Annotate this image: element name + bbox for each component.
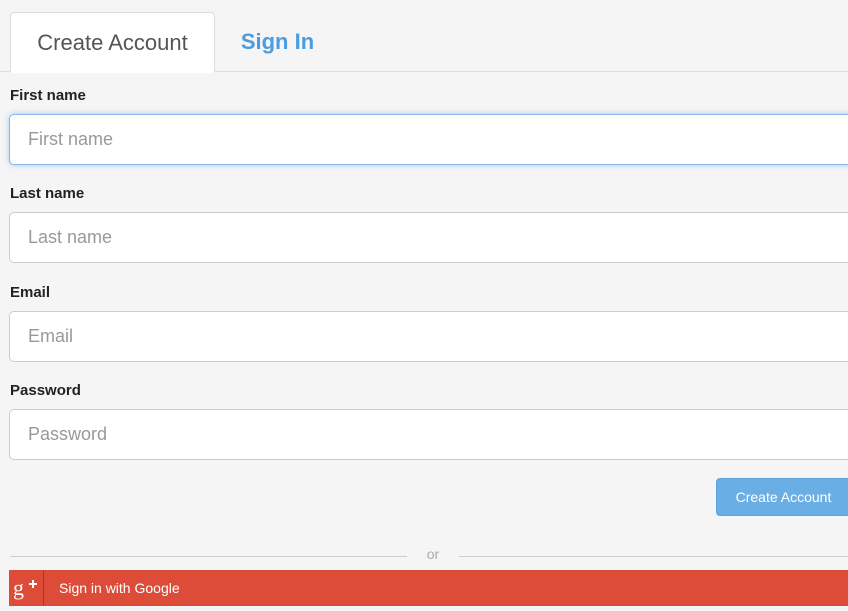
last-name-input[interactable] [9, 212, 848, 263]
tab-sign-in[interactable]: Sign In [215, 12, 340, 72]
password-input[interactable] [9, 409, 848, 460]
divider-or-text: or [426, 546, 440, 562]
first-name-label: First name [10, 87, 86, 104]
email-label: Email [10, 284, 51, 301]
google-sign-in-button[interactable]: g Sign in with Google [9, 570, 848, 606]
email-input[interactable] [9, 311, 848, 362]
google-sign-in-label: Sign in with Google [59, 580, 180, 596]
auth-tabs: Create Account Sign In [0, 0, 848, 73]
svg-text:g: g [13, 575, 24, 600]
divider-line-left [10, 556, 407, 557]
last-name-label: Last name [10, 185, 85, 202]
google-plus-icon: g [9, 570, 44, 606]
create-account-button[interactable]: Create Account [716, 478, 848, 516]
first-name-input[interactable] [9, 114, 848, 165]
divider-line-right [459, 556, 848, 557]
tab-create-account[interactable]: Create Account [10, 12, 215, 73]
password-label: Password [10, 382, 81, 399]
